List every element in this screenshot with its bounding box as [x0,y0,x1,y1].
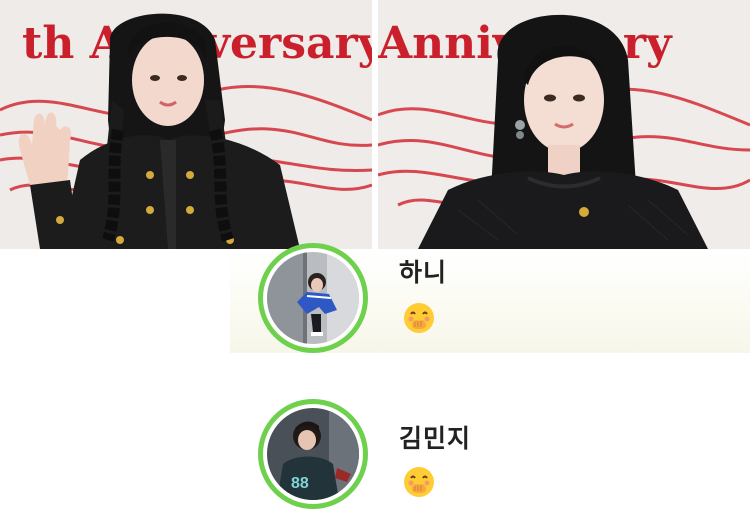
member-name: 하니 [399,258,448,287]
hand-over-mouth-emoji-icon[interactable] [402,465,436,499]
member-list: 하니 88 김민지 [0,243,750,509]
left-event-photo[interactable]: th Anniversary [0,0,372,249]
avatar-image [267,252,359,344]
avatar[interactable]: 88 [258,399,368,509]
avatar-photo [263,248,363,348]
photo-collage: th Anniversary [0,0,750,249]
left-photo-illustration: th Anniversary [0,0,372,249]
svg-text:88: 88 [291,475,309,492]
hand-over-mouth-emoji-icon[interactable] [402,301,436,335]
list-item[interactable]: 88 김민지 [0,399,750,519]
right-event-photo[interactable]: Anniversary [378,0,750,249]
member-name: 김민지 [399,424,472,453]
right-photo-illustration: Anniversary [378,0,750,249]
avatar[interactable] [258,243,368,353]
avatar-photo: 88 [263,404,363,504]
avatar-image: 88 [267,408,359,500]
list-item[interactable]: 하니 [0,243,750,369]
